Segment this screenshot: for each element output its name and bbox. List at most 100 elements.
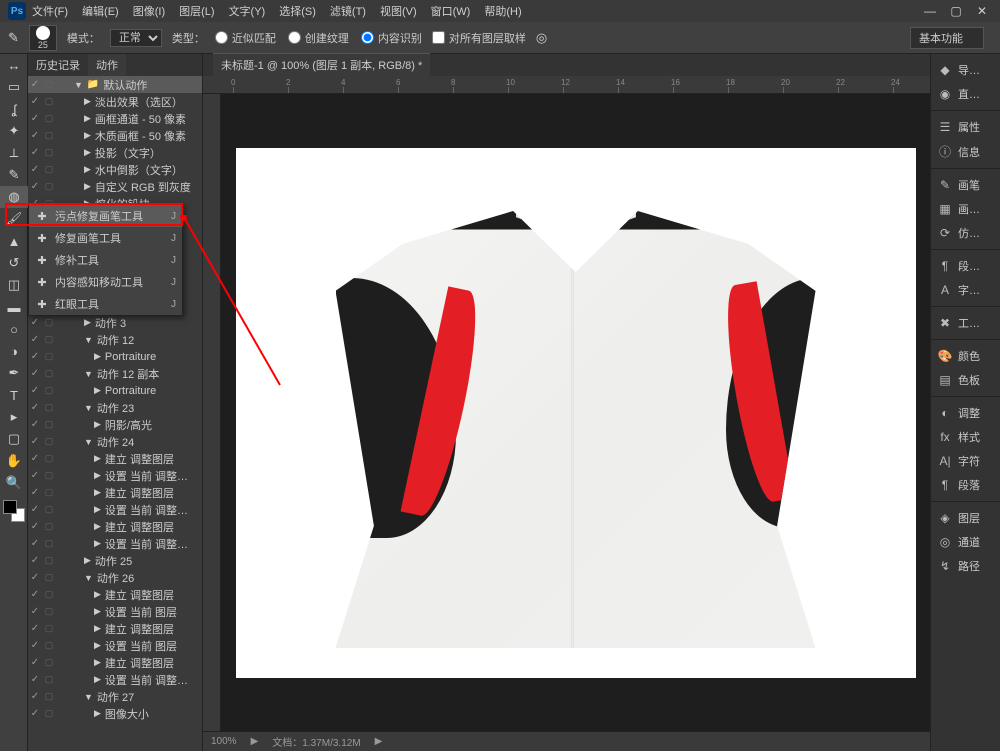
- spot-healing-brush-tool[interactable]: ◍: [0, 186, 28, 208]
- action-row-37[interactable]: ✓▢▶图像大小: [28, 705, 202, 722]
- actions-tab[interactable]: 动作: [88, 54, 126, 76]
- action-row-36[interactable]: ✓▢▼动作 27: [28, 688, 202, 705]
- marquee-tool[interactable]: ▭: [0, 76, 28, 98]
- action-row-14[interactable]: ✓▢▶动作 3: [28, 314, 202, 331]
- panel-shortcut-3[interactable]: ☰属性: [931, 115, 1000, 139]
- canvas[interactable]: [236, 148, 916, 678]
- brush-preset-picker[interactable]: 25: [29, 25, 57, 51]
- panel-shortcut-0[interactable]: ◆导…: [931, 58, 1000, 82]
- canvas-area[interactable]: [221, 94, 930, 731]
- eraser-tool[interactable]: ◫: [0, 274, 28, 296]
- lasso-tool[interactable]: ʆ: [0, 98, 28, 120]
- path-selection-tool[interactable]: ▸: [0, 406, 28, 428]
- action-row-29[interactable]: ✓▢▼动作 26: [28, 569, 202, 586]
- action-row-23[interactable]: ✓▢▶设置 当前 调整…: [28, 467, 202, 484]
- action-row-28[interactable]: ✓▢▶动作 25: [28, 552, 202, 569]
- action-row-24[interactable]: ✓▢▶建立 调整图层: [28, 484, 202, 501]
- panel-shortcut-8[interactable]: ⟳仿…: [931, 221, 1000, 245]
- action-row-27[interactable]: ✓▢▶设置 当前 调整…: [28, 535, 202, 552]
- actions-list[interactable]: ✓▢▼📁默认动作✓▢▶淡出效果（选区）✓▢▶画框通道 - 50 像素✓▢▶木质画…: [28, 76, 202, 751]
- type-proximity-match[interactable]: 近似匹配: [215, 30, 276, 46]
- action-row-18[interactable]: ✓▢▶Portraiture: [28, 382, 202, 399]
- flyout-item-1[interactable]: ✚修复画笔工具J: [29, 227, 182, 249]
- type-tool[interactable]: T: [0, 384, 28, 406]
- menu-0[interactable]: 文件(F): [26, 1, 74, 21]
- menu-1[interactable]: 编辑(E): [76, 1, 125, 21]
- action-row-21[interactable]: ✓▢▼动作 24: [28, 433, 202, 450]
- action-row-5[interactable]: ✓▢▶水中倒影（文字）: [28, 161, 202, 178]
- panel-shortcut-23[interactable]: ◈图层: [931, 506, 1000, 530]
- panel-shortcut-24[interactable]: ◎通道: [931, 530, 1000, 554]
- document-tab[interactable]: 未标题-1 @ 100% (图层 1 副本, RGB/8) *: [213, 53, 430, 76]
- arrow-icon[interactable]: ▶: [251, 736, 259, 747]
- panel-shortcut-20[interactable]: A|字符: [931, 449, 1000, 473]
- action-row-15[interactable]: ✓▢▼动作 12: [28, 331, 202, 348]
- minimize-button[interactable]: —: [920, 4, 940, 18]
- action-row-35[interactable]: ✓▢▶设置 当前 调整…: [28, 671, 202, 688]
- action-row-33[interactable]: ✓▢▶设置 当前 图层: [28, 637, 202, 654]
- action-row-16[interactable]: ✓▢▶Portraiture: [28, 348, 202, 365]
- action-row-25[interactable]: ✓▢▶设置 当前 调整…: [28, 501, 202, 518]
- panel-shortcut-13[interactable]: ✖工…: [931, 311, 1000, 335]
- close-button[interactable]: ✕: [972, 4, 992, 18]
- panel-shortcut-6[interactable]: ✎画笔: [931, 173, 1000, 197]
- action-row-32[interactable]: ✓▢▶建立 调整图层: [28, 620, 202, 637]
- mode-select[interactable]: 正常: [110, 29, 162, 47]
- foreground-color-swatch[interactable]: [3, 500, 17, 514]
- menu-7[interactable]: 视图(V): [374, 1, 423, 21]
- panel-shortcut-1[interactable]: ◉直…: [931, 82, 1000, 106]
- blur-tool[interactable]: ○: [0, 318, 28, 340]
- type-create-texture[interactable]: 创建纹理: [288, 30, 349, 46]
- sample-all-layers-checkbox[interactable]: 对所有图层取样: [432, 30, 526, 46]
- zoom-tool[interactable]: 🔍: [0, 472, 28, 494]
- workspace-switcher[interactable]: 基本功能: [910, 27, 984, 49]
- flyout-item-4[interactable]: ✚红眼工具J: [29, 293, 182, 315]
- history-brush-tool[interactable]: ↺: [0, 252, 28, 274]
- action-row-20[interactable]: ✓▢▶阴影/高光: [28, 416, 202, 433]
- action-row-17[interactable]: ✓▢▼动作 12 副本: [28, 365, 202, 382]
- pressure-icon[interactable]: ◎: [536, 30, 547, 46]
- clone-stamp-tool[interactable]: ▲: [0, 230, 28, 252]
- move-tool[interactable]: ↔: [0, 54, 28, 76]
- panel-shortcut-15[interactable]: 🎨颜色: [931, 344, 1000, 368]
- panel-shortcut-25[interactable]: ↯路径: [931, 554, 1000, 578]
- action-row-0[interactable]: ✓▢▼📁默认动作: [28, 76, 202, 93]
- dodge-tool[interactable]: ◑: [0, 340, 28, 362]
- action-row-2[interactable]: ✓▢▶画框通道 - 50 像素: [28, 110, 202, 127]
- panel-shortcut-10[interactable]: ¶段…: [931, 254, 1000, 278]
- brush-tool[interactable]: 🖌: [0, 208, 28, 230]
- action-row-6[interactable]: ✓▢▶自定义 RGB 到灰度: [28, 178, 202, 195]
- pen-tool[interactable]: ✒: [0, 362, 28, 384]
- magic-wand-tool[interactable]: ✦: [0, 120, 28, 142]
- panel-shortcut-11[interactable]: A字…: [931, 278, 1000, 302]
- menu-2[interactable]: 图像(I): [127, 1, 171, 21]
- menu-8[interactable]: 窗口(W): [425, 1, 477, 21]
- menu-3[interactable]: 图层(L): [173, 1, 220, 21]
- menu-9[interactable]: 帮助(H): [478, 1, 527, 21]
- chevron-icon[interactable]: ▶: [375, 736, 383, 747]
- history-tab[interactable]: 历史记录: [28, 54, 88, 76]
- rectangle-tool[interactable]: ▢: [0, 428, 28, 450]
- action-row-30[interactable]: ✓▢▶建立 调整图层: [28, 586, 202, 603]
- foreground-background-colors[interactable]: [3, 500, 25, 522]
- action-row-4[interactable]: ✓▢▶投影（文字）: [28, 144, 202, 161]
- panel-shortcut-18[interactable]: ◐调整: [931, 401, 1000, 425]
- action-row-34[interactable]: ✓▢▶建立 调整图层: [28, 654, 202, 671]
- action-row-19[interactable]: ✓▢▼动作 23: [28, 399, 202, 416]
- action-row-26[interactable]: ✓▢▶建立 调整图层: [28, 518, 202, 535]
- panel-shortcut-21[interactable]: ¶段落: [931, 473, 1000, 497]
- menu-4[interactable]: 文字(Y): [223, 1, 272, 21]
- zoom-level[interactable]: 100%: [211, 736, 237, 747]
- action-row-3[interactable]: ✓▢▶木质画框 - 50 像素: [28, 127, 202, 144]
- panel-shortcut-7[interactable]: ▦画…: [931, 197, 1000, 221]
- flyout-item-2[interactable]: ✚修补工具J: [29, 249, 182, 271]
- action-row-31[interactable]: ✓▢▶设置 当前 图层: [28, 603, 202, 620]
- action-row-1[interactable]: ✓▢▶淡出效果（选区）: [28, 93, 202, 110]
- flyout-item-3[interactable]: ✚内容感知移动工具J: [29, 271, 182, 293]
- type-content-aware[interactable]: 内容识别: [361, 30, 422, 46]
- panel-shortcut-19[interactable]: fx样式: [931, 425, 1000, 449]
- maximize-button[interactable]: ▢: [946, 4, 966, 18]
- flyout-item-0[interactable]: ✚污点修复画笔工具J: [29, 205, 182, 227]
- panel-shortcut-16[interactable]: ▤色板: [931, 368, 1000, 392]
- action-row-22[interactable]: ✓▢▶建立 调整图层: [28, 450, 202, 467]
